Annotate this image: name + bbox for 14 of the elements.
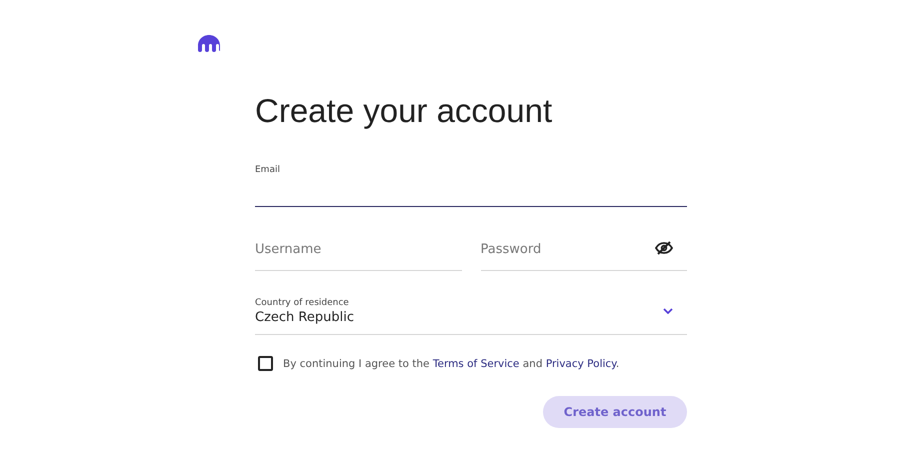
country-label: Country of residence: [255, 297, 350, 309]
password-field[interactable]: Password: [480, 229, 687, 271]
country-select[interactable]: Country of residence Czech Republic: [255, 293, 687, 335]
logo-icon: [198, 35, 220, 52]
page-title: Create your account: [255, 91, 554, 131]
country-value: Czech Republic: [255, 309, 354, 327]
privacy-link[interactable]: Privacy Policy: [546, 358, 616, 370]
email-label: Email: [255, 164, 281, 176]
terms-link[interactable]: Terms of Service: [432, 358, 520, 370]
chevron-down-icon: [663, 308, 673, 314]
agreement-checkbox[interactable]: [258, 356, 273, 371]
agreement-text: By continuing I agree to the Terms of Service and Privacy Policy.: [283, 358, 620, 370]
eye-slash-icon[interactable]: [655, 241, 673, 255]
username-field[interactable]: Username: [255, 229, 462, 271]
